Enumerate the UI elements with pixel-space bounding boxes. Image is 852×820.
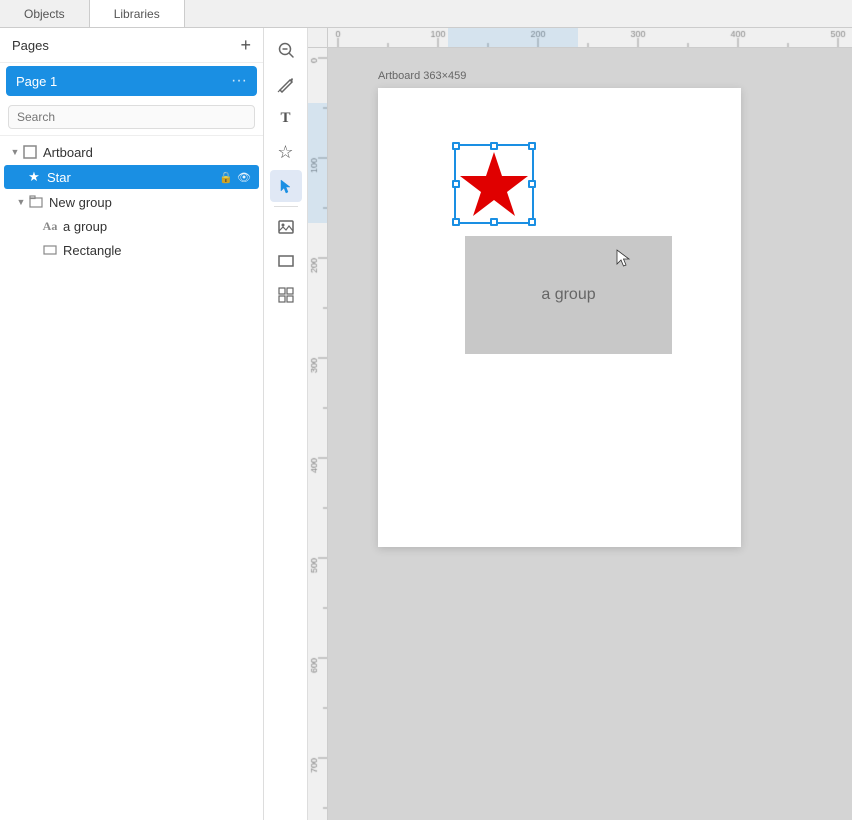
ruler-corner (308, 28, 328, 48)
page-more-icon[interactable]: ··· (231, 72, 247, 90)
ruler-vertical (308, 48, 328, 820)
a-group-label: a group (63, 219, 107, 234)
pages-title: Pages (12, 38, 49, 53)
page-label: Page 1 (16, 74, 57, 89)
rect-tool-button[interactable] (270, 245, 302, 277)
new-group-label: New group (49, 195, 112, 210)
layers-tree: ▼ Artboard ★ Star 🔒 👁 ▼ New group (0, 136, 263, 820)
group-text: a group (541, 286, 595, 304)
toolbar: T ☆ (264, 28, 308, 820)
grid-icon (277, 286, 295, 304)
ruler-horizontal (328, 28, 852, 48)
grid-button[interactable] (270, 279, 302, 311)
image-button[interactable] (270, 211, 302, 243)
star-label: Star (47, 170, 219, 185)
visibility-icon[interactable]: 👁 (237, 171, 251, 184)
zoom-icon (277, 41, 295, 59)
rect-tool-icon (277, 252, 295, 270)
layer-artboard[interactable]: ▼ Artboard (0, 140, 263, 164)
new-group-expand-arrow: ▼ (14, 197, 28, 207)
canvas-area: Artboard 363×459 (308, 28, 852, 820)
artboard[interactable]: Artboard 363×459 (378, 88, 741, 547)
rect-icon (42, 242, 58, 258)
layer-rectangle[interactable]: Rectangle (0, 238, 263, 262)
add-page-button[interactable]: + (240, 36, 251, 54)
search-container (0, 99, 263, 136)
star-tool-icon: ☆ (277, 142, 293, 163)
rectangle-label: Rectangle (63, 243, 122, 258)
text-tool-icon: T (280, 110, 290, 127)
zoom-out-button[interactable] (270, 34, 302, 66)
pointer-icon (278, 178, 294, 194)
star-svg (458, 148, 530, 220)
canvas-viewport[interactable]: Artboard 363×459 (328, 48, 852, 820)
artboard-expand-arrow: ▼ (8, 147, 22, 157)
pointer-button[interactable] (270, 170, 302, 202)
star-icon: ★ (26, 169, 42, 185)
image-icon (277, 218, 295, 236)
pen-icon (277, 75, 295, 93)
pages-section: Pages + (0, 28, 263, 63)
group-element[interactable]: a group (465, 236, 672, 354)
layer-a-group[interactable]: Aa a group (0, 214, 263, 238)
artboard-icon (22, 144, 38, 160)
pen-button[interactable] (270, 68, 302, 100)
artboard-label: Artboard (43, 145, 93, 160)
layer-new-group[interactable]: ▼ New group (0, 190, 263, 214)
toolbar-separator (274, 206, 298, 207)
page-item-page1[interactable]: Page 1 ··· (6, 66, 257, 96)
star-tool-button[interactable]: ☆ (270, 136, 302, 168)
tab-libraries[interactable]: Libraries (90, 0, 185, 27)
text-icon: Aa (42, 218, 58, 234)
layer-star[interactable]: ★ Star 🔒 👁 (4, 165, 259, 189)
group-icon (28, 194, 44, 210)
artboard-label: Artboard 363×459 (378, 70, 466, 82)
lock-icon[interactable]: 🔒 (219, 171, 233, 184)
tab-objects[interactable]: Objects (0, 0, 90, 27)
text-tool-button[interactable]: T (270, 102, 302, 134)
star-element[interactable] (458, 148, 530, 220)
search-input[interactable] (8, 105, 255, 129)
